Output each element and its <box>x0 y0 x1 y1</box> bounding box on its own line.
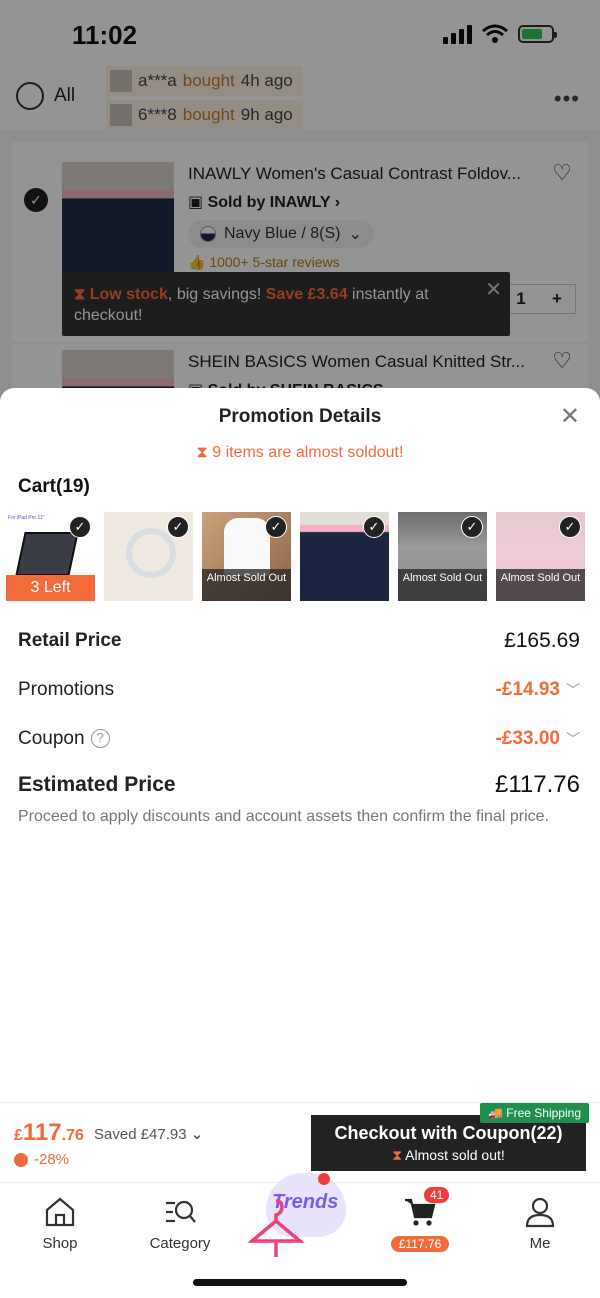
check-icon: ✓ <box>559 516 581 538</box>
ring-image <box>126 528 176 578</box>
check-icon: ✓ <box>363 516 385 538</box>
tab-me[interactable]: Me <box>490 1195 590 1252</box>
hourglass-icon: ⧗ <box>196 444 213 461</box>
cart-thumbnail[interactable]: ✓ <box>104 512 193 601</box>
tab-label: Category <box>149 1235 211 1252</box>
home-indicator[interactable] <box>193 1279 407 1286</box>
estimated-price-label: Estimated Price <box>18 773 176 796</box>
saved-amount[interactable]: Saved £47.93 ⌄ <box>94 1125 203 1143</box>
estimated-price-value: £117.76 <box>495 771 580 798</box>
cart-thumbnail[interactable]: ✓ Almost Sold Out <box>398 512 487 601</box>
cart-count-badge: 41 <box>424 1187 450 1203</box>
category-search-icon <box>166 1200 196 1223</box>
tab-category[interactable]: Category <box>130 1195 230 1252</box>
chevron-down-icon[interactable]: ⌄ <box>191 1126 204 1143</box>
tab-label: Me <box>529 1235 551 1252</box>
check-icon: ✓ <box>167 516 189 538</box>
cart-thumbnails: For iPad Pro 11" ✓ 3 Left ✓ ✓ Almost Sol… <box>6 512 600 602</box>
close-icon[interactable]: ✕ <box>560 402 580 431</box>
coupon-row[interactable]: Coupon? -£33.00 ﹀ <box>18 724 580 754</box>
truck-icon: 🚚 <box>488 1106 507 1120</box>
top-image <box>224 518 270 576</box>
promotions-row[interactable]: Promotions -£14.93 ﹀ <box>18 675 580 705</box>
promotions-value: -£14.93 <box>495 679 560 700</box>
check-icon: ✓ <box>265 516 287 538</box>
hourglass-icon: ⧗ <box>392 1147 406 1163</box>
cart-count: Cart(19) <box>18 476 90 497</box>
help-icon[interactable]: ? <box>90 729 110 749</box>
tab-trends[interactable]: Trends <box>246 1173 356 1261</box>
notification-dot <box>318 1173 330 1185</box>
almost-sold-out-badge: Almost Sold Out <box>496 569 585 601</box>
check-icon: ✓ <box>69 516 91 538</box>
checkout-button-sub: ⧗ Almost sold out! <box>392 1147 505 1163</box>
retail-price-row: Retail Price £165.69 <box>18 626 580 656</box>
tab-cart[interactable]: £117.76 <box>370 1195 470 1252</box>
hanger-icon <box>247 1199 305 1257</box>
chevron-down-icon[interactable]: ﹀ <box>566 680 580 700</box>
cart-thumbnail[interactable]: For iPad Pro 11" ✓ 3 Left <box>6 512 95 601</box>
total-price: £117.76 <box>14 1119 84 1146</box>
coupon-label-wrap: Coupon? <box>18 728 110 750</box>
discount-percent: -28% <box>14 1151 69 1168</box>
checkout-button[interactable]: Checkout with Coupon(22) ⧗ Almost sold o… <box>311 1115 586 1171</box>
thumbnail-text: For iPad Pro 11" <box>8 515 45 521</box>
stock-badge: 3 Left <box>6 575 95 601</box>
almost-sold-out-badge: Almost Sold Out <box>398 569 487 601</box>
cart-thumbnail[interactable]: ✓ Almost Sold Out <box>496 512 585 601</box>
clock-icon <box>14 1152 28 1167</box>
coupon-value: -£33.00 <box>495 728 560 749</box>
sheet-title: Promotion Details <box>218 406 382 427</box>
promotions-value-wrap[interactable]: -£14.93 ﹀ <box>496 679 580 701</box>
almost-sold-out-badge: Almost Sold Out <box>202 569 291 601</box>
check-icon: ✓ <box>461 516 483 538</box>
cart-total: £117.76 <box>390 1236 450 1252</box>
chevron-down-icon[interactable]: ﹀ <box>566 729 580 749</box>
profile-icon <box>525 1197 555 1228</box>
promotions-label: Promotions <box>18 679 115 700</box>
coupon-value-wrap[interactable]: -£33.00 ﹀ <box>496 728 580 750</box>
price-disclaimer: Proceed to apply discounts and account a… <box>18 808 549 825</box>
retail-price-label: Retail Price <box>18 630 122 651</box>
cart-thumbnail[interactable]: ✓ Almost Sold Out <box>202 512 291 601</box>
tab-shop[interactable]: Shop <box>10 1195 110 1252</box>
home-icon <box>45 1197 75 1227</box>
coupon-label: Coupon <box>18 728 85 749</box>
checkout-bar: £117.76 Saved £47.93 ⌄ -28% Checkout wit… <box>0 1102 600 1182</box>
cart-thumbnail[interactable]: ✓ <box>300 512 389 601</box>
checkout-button-label: Checkout with Coupon(22) <box>334 1123 563 1143</box>
free-shipping-badge: 🚚 Free Shipping <box>480 1103 589 1123</box>
estimated-price-row: Estimated Price £117.76 <box>18 770 580 800</box>
retail-price-value: £165.69 <box>504 629 580 652</box>
tablet-case-image <box>15 532 79 576</box>
soldout-notice: ⧗ 9 items are almost soldout! <box>196 444 404 461</box>
tab-label: Shop <box>42 1235 78 1252</box>
